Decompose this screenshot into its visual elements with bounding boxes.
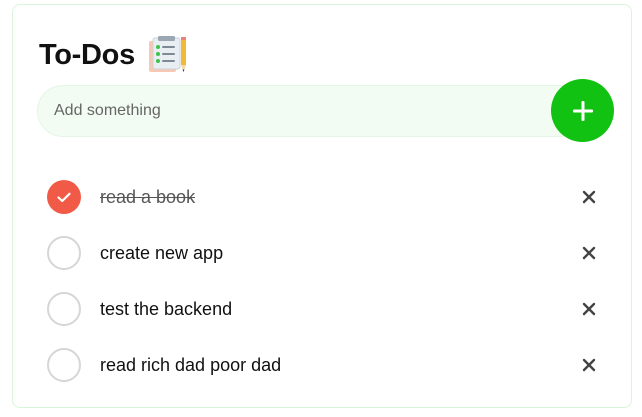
checklist-notepad-icon: [148, 36, 186, 72]
todo-text[interactable]: read a book: [100, 187, 195, 208]
checkbox[interactable]: [47, 236, 81, 270]
header: To-Dos: [39, 35, 189, 75]
todo-item: test the backend: [47, 281, 607, 337]
delete-icon[interactable]: [580, 356, 598, 374]
todo-item: read rich dad poor dad: [47, 337, 607, 393]
todo-text[interactable]: test the backend: [100, 299, 232, 320]
checkbox[interactable]: [47, 292, 81, 326]
todo-item: read a book: [47, 169, 607, 225]
plus-icon: [572, 100, 593, 121]
page-title: To-Dos: [39, 38, 135, 71]
delete-icon[interactable]: [580, 188, 598, 206]
checkbox[interactable]: [47, 348, 81, 382]
todo-text[interactable]: read rich dad poor dad: [100, 355, 281, 376]
completed-checkbox[interactable]: [47, 180, 81, 214]
delete-icon[interactable]: [580, 244, 598, 262]
todo-list: read a book create new app test the back…: [47, 169, 607, 393]
checkmark-icon: [57, 192, 71, 202]
add-todo-row: [37, 79, 615, 142]
todo-item: create new app: [47, 225, 607, 281]
todo-text[interactable]: create new app: [100, 243, 223, 264]
todo-input[interactable]: [54, 100, 534, 122]
todo-input-container: [37, 85, 585, 137]
delete-icon[interactable]: [580, 300, 598, 318]
todo-card: To-Dos Add something read a book create …: [12, 4, 632, 408]
add-button[interactable]: [551, 79, 614, 142]
